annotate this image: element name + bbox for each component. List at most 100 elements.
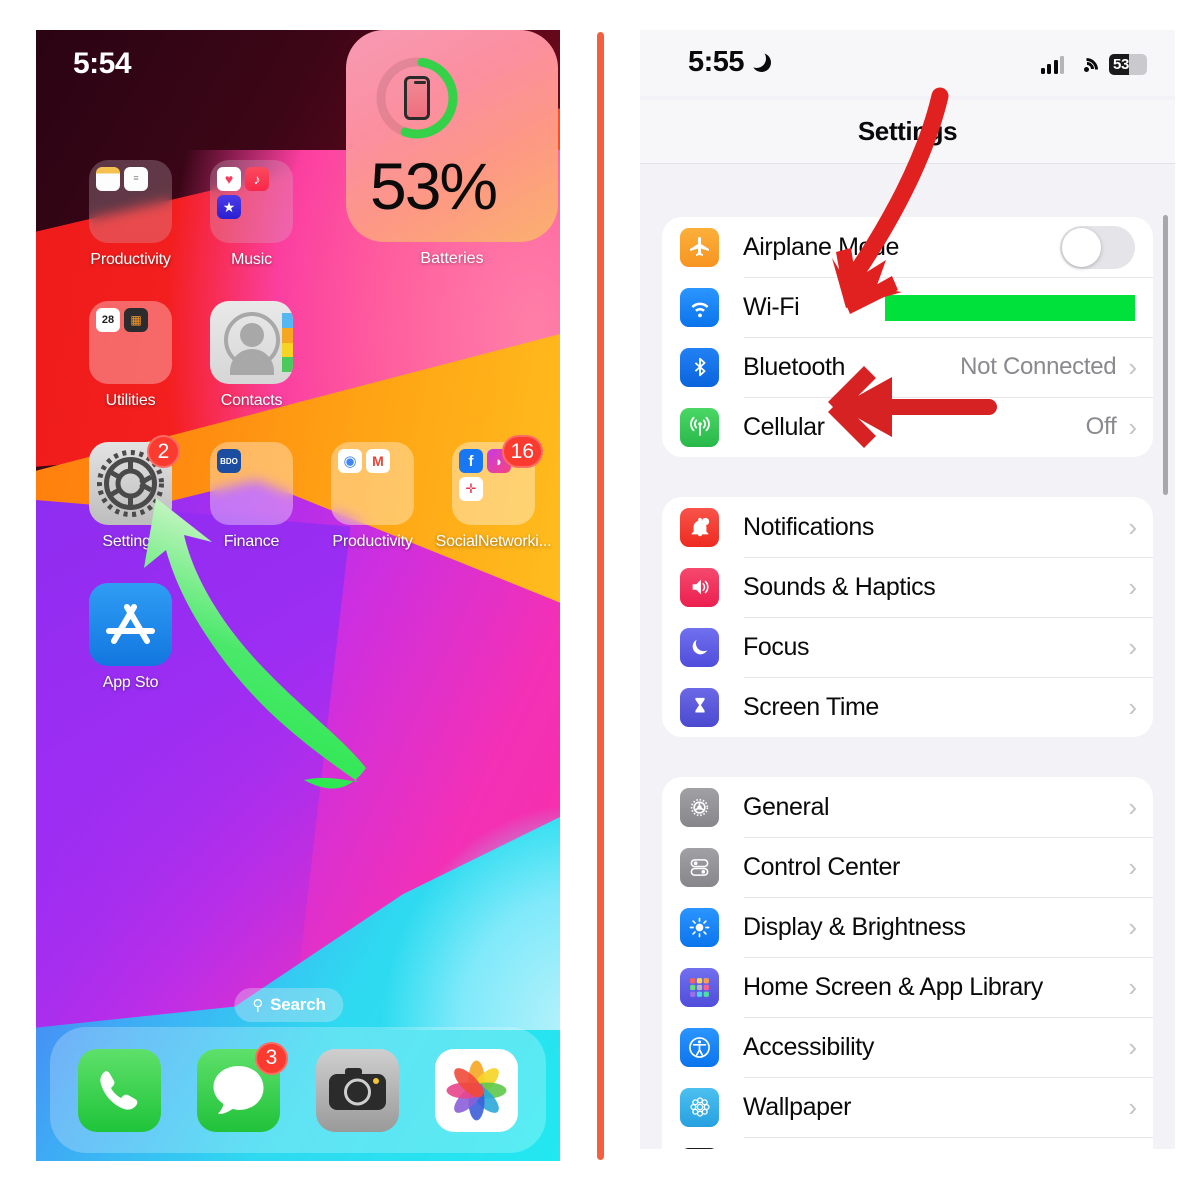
notifications-bell-icon <box>680 507 719 547</box>
folder-tile[interactable]: ◉ M <box>331 442 414 525</box>
chevron-right-icon: › <box>1128 912 1137 942</box>
app-settings[interactable]: 2 Settings <box>70 435 191 551</box>
search-label: Search <box>270 995 326 1014</box>
iphone-settings-screen: 5:55 53 Settings Airplane Mode Wi-Fi Blu… <box>640 30 1175 1175</box>
contacts-app-icon[interactable] <box>210 301 293 384</box>
folder-productivity-2[interactable]: ◉ M Productivity <box>312 442 433 551</box>
folder-utilities[interactable]: 28 ▦ Utilities <box>70 301 191 410</box>
settings-row-wallpaper[interactable]: Wallpaper › <box>662 1077 1153 1137</box>
settings-row-focus[interactable]: Focus › <box>662 617 1153 677</box>
system-group: General › Control Center › Display & Bri… <box>662 777 1153 1175</box>
row-label: Display & Brightness <box>743 912 966 941</box>
settings-row-notifications[interactable]: Notifications › <box>662 497 1153 557</box>
settings-row-home-screen[interactable]: Home Screen & App Library › <box>662 957 1153 1017</box>
appstore-app-icon[interactable] <box>89 583 172 666</box>
folder-productivity-1[interactable]: ≡ Productivity <box>70 160 191 269</box>
photos-app-icon[interactable] <box>435 1048 518 1132</box>
chrome-mini-icon: ◉ <box>338 449 362 473</box>
app-label: Settings <box>102 533 159 550</box>
row-label: Home Screen & App Library <box>743 972 1043 1001</box>
folder-badge: 16 <box>501 435 543 468</box>
settings-list[interactable]: Airplane Mode Wi-Fi › Bluetooth <box>640 165 1175 1175</box>
messages-badge: 3 <box>255 1041 288 1075</box>
bdo-mini-icon: BDO <box>217 449 241 473</box>
app-appstore[interactable]: App Sto <box>70 583 191 692</box>
settings-row-control-center[interactable]: Control Center › <box>662 837 1153 897</box>
calculator-mini-icon: ▦ <box>124 308 148 332</box>
multicolor-mini-icon: ✛ <box>459 477 483 501</box>
facebook-mini-icon: f <box>459 449 483 473</box>
search-pill[interactable]: ⚲ Search <box>234 988 344 1022</box>
app-row: ≡ Productivity ♥ ♪ ★ Music <box>36 160 560 269</box>
app-row: 28 ▦ Utilities Contacts <box>36 301 560 410</box>
folder-finance[interactable]: BDO Finance <box>191 442 312 551</box>
connectivity-group: Airplane Mode Wi-Fi › Bluetooth <box>662 217 1153 457</box>
vertical-scrollbar[interactable] <box>1163 215 1168 495</box>
wallpaper-flower-icon <box>680 1087 719 1127</box>
accessibility-icon <box>680 1027 719 1067</box>
row-label: Wallpaper <box>743 1092 852 1121</box>
settings-row-wifi[interactable]: Wi-Fi › <box>662 277 1153 337</box>
iphone-home-screen: 5:54 53% Batteries ≡ Productivity ♥ ♪ ★ … <box>36 30 560 1161</box>
folder-tile[interactable]: ≡ <box>89 160 172 243</box>
app-grid: ≡ Productivity ♥ ♪ ★ Music 28 ▦ Utilitie… <box>36 160 560 692</box>
app-label: App Sto <box>102 674 159 691</box>
home-screen-grid-icon <box>680 967 719 1007</box>
row-label: Screen Time <box>743 692 879 721</box>
settings-row-screen-time[interactable]: Screen Time › <box>662 677 1153 737</box>
row-label: Notifications <box>743 512 874 541</box>
phone-app-icon[interactable] <box>78 1048 161 1132</box>
control-center-icon <box>680 847 719 887</box>
settings-row-sounds-haptics[interactable]: Sounds & Haptics › <box>662 557 1153 617</box>
messages-app-icon[interactable]: 3 <box>197 1041 288 1132</box>
iphone-icon <box>404 76 430 120</box>
calendar-mini-icon: 28 <box>96 308 120 332</box>
folder-tile[interactable]: ♥ ♪ ★ <box>210 160 293 243</box>
row-label: Cellular <box>743 412 825 441</box>
folder-tile[interactable]: BDO <box>210 442 293 525</box>
itunes-store-mini-icon: ★ <box>217 195 241 219</box>
search-icon: ⚲ <box>252 997 264 1014</box>
settings-app-icon[interactable]: 2 <box>89 435 180 525</box>
general-gear-icon <box>680 787 719 827</box>
settings-row-bluetooth[interactable]: Bluetooth Not Connected › <box>662 337 1153 397</box>
camera-app-icon[interactable] <box>316 1048 399 1132</box>
folder-tile[interactable]: f ◗ ✛ 16 <box>452 435 543 525</box>
app-label: Utilities <box>105 392 156 409</box>
settings-row-accessibility[interactable]: Accessibility › <box>662 1017 1153 1077</box>
settings-row-airplane-mode[interactable]: Airplane Mode <box>662 217 1153 277</box>
battery-ring-gauge <box>373 54 461 142</box>
app-contacts[interactable]: Contacts <box>191 301 312 410</box>
status-time-wrap: 5:55 <box>688 46 772 79</box>
app-row: App Sto <box>36 583 560 692</box>
chevron-right-icon: › <box>1128 632 1137 662</box>
folder-tile[interactable]: 28 ▦ <box>89 301 172 384</box>
row-label: Focus <box>743 632 810 661</box>
app-label: Music <box>231 251 272 268</box>
chevron-right-icon: › <box>1128 572 1137 602</box>
wifi-value-redaction <box>885 295 1135 321</box>
wifi-icon <box>1070 52 1103 86</box>
crescent-moon-icon <box>747 49 772 72</box>
panel-divider <box>597 32 604 1160</box>
settings-row-general[interactable]: General › <box>662 777 1153 837</box>
settings-row-cellular[interactable]: Cellular Off › <box>662 397 1153 457</box>
alerts-group: Notifications › Sounds & Haptics › Focus… <box>662 497 1153 737</box>
settings-status-bar: 5:55 53 <box>640 30 1175 96</box>
chevron-right-icon: › <box>1128 1092 1137 1122</box>
status-time: 5:55 <box>688 46 745 78</box>
music-mini-icon: ♪ <box>245 167 269 191</box>
chevron-right-icon: › <box>1128 692 1137 722</box>
folder-music[interactable]: ♥ ♪ ★ Music <box>191 160 312 269</box>
chevron-right-icon: › <box>1128 852 1137 882</box>
folder-socialnetworking[interactable]: f ◗ ✛ 16 SocialNetworki... <box>433 435 554 551</box>
airplane-icon <box>680 227 719 267</box>
settings-row-display-brightness[interactable]: Display & Brightness › <box>662 897 1153 957</box>
row-value: Off <box>1085 413 1117 440</box>
dock: 3 <box>50 1027 546 1153</box>
settings-badge: 2 <box>147 435 180 468</box>
row-label: Bluetooth <box>743 352 846 381</box>
row-label: Accessibility <box>743 1032 874 1061</box>
airplane-mode-toggle[interactable] <box>1060 225 1135 269</box>
display-brightness-icon <box>680 907 719 947</box>
